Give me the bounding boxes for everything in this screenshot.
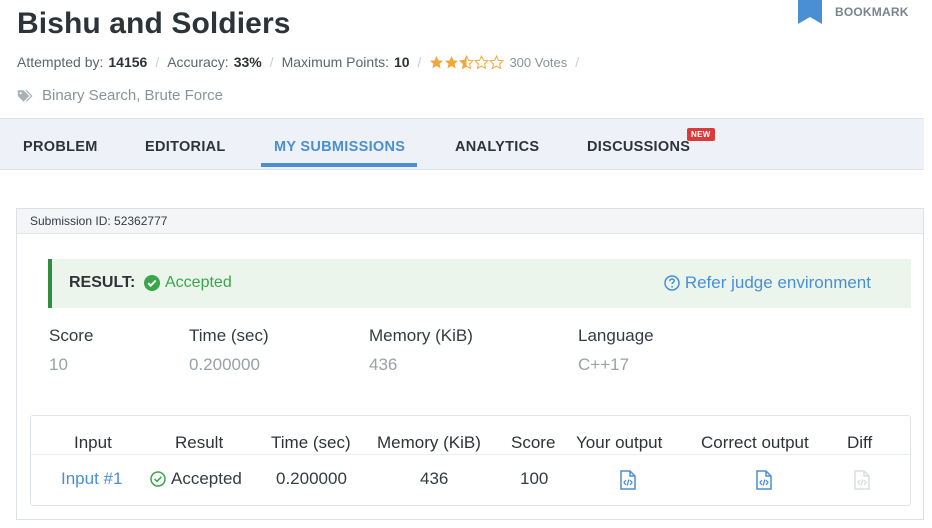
meta-separator: / [269, 54, 274, 70]
row-time: 0.200000 [276, 469, 347, 488]
col-header-input: Input [74, 433, 112, 452]
tab-my-submissions[interactable]: MY SUBMISSIONS [274, 139, 405, 155]
col-header-memory: Memory (KiB) [377, 433, 481, 452]
star-empty-icon[interactable] [489, 54, 505, 70]
problem-meta: Attempted by: 14156 / Accuracy: 33% / Ma… [17, 54, 587, 70]
max-points-label: Maximum Points: [281, 54, 389, 70]
result-status: Accepted [144, 274, 232, 292]
col-header-time: Time (sec) [271, 433, 351, 452]
rating-stars[interactable] [429, 54, 505, 70]
stat-value: 436 [369, 355, 398, 374]
bookmark-label: BOOKMARK [835, 5, 909, 19]
stat-value: 10 [49, 355, 68, 374]
question-circle-icon [664, 275, 680, 291]
stat-time: Time (sec) 0.200000 [189, 326, 269, 375]
new-badge: NEW [687, 128, 715, 141]
judge-environment-link[interactable]: Refer judge environment [664, 273, 871, 293]
stat-label: Language [578, 326, 654, 345]
input-link[interactable]: Input #1 [61, 469, 122, 489]
judge-environment-label: Refer judge environment [684, 273, 871, 292]
accuracy-label: Accuracy: [167, 54, 229, 70]
correct-output-file-icon[interactable] [755, 470, 773, 490]
col-header-diff: Diff [847, 433, 873, 452]
stat-language: Language C++17 [578, 326, 654, 375]
row-result-value: Accepted [171, 469, 242, 488]
stat-score: Score 10 [49, 326, 93, 375]
meta-separator: / [155, 54, 160, 70]
table-row: Input #1 Accepted 0.200000 436 100 [31, 454, 910, 506]
tab-discussions[interactable]: DISCUSSIONS [587, 139, 690, 155]
page-title: Bishu and Soldiers [17, 7, 291, 40]
problem-tags: Binary Search, Brute Force [17, 87, 223, 104]
diff-file-icon [854, 470, 870, 490]
stat-memory: Memory (KiB) 436 [369, 326, 473, 375]
tags-icon [17, 89, 33, 102]
star-full-icon[interactable] [444, 55, 459, 70]
star-empty-icon[interactable] [474, 54, 490, 70]
result-banner: RESULT: Accepted Refer judge environment [48, 259, 911, 308]
check-circle-outline-icon [150, 471, 166, 487]
star-half-icon[interactable] [459, 54, 475, 70]
col-header-your-output: Your output [576, 433, 663, 452]
votes-count: 300 Votes [509, 54, 568, 70]
col-header-result: Result [175, 433, 224, 452]
result-label: RESULT: [69, 274, 136, 291]
stat-label: Time (sec) [189, 326, 269, 345]
stat-label: Memory (KiB) [369, 326, 473, 345]
max-points-value: 10 [393, 54, 410, 70]
row-memory: 436 [420, 469, 449, 488]
results-table: Input Result Time (sec) Memory (KiB) Sco… [30, 415, 911, 506]
submission-id: Submission ID: 52362777 [17, 209, 923, 234]
bookmark-icon [798, 0, 822, 24]
accuracy-value: 33% [233, 54, 262, 70]
bookmark-button[interactable]: BOOKMARK [797, 0, 927, 26]
meta-separator: / [417, 54, 422, 70]
active-tab-indicator [261, 163, 417, 167]
meta-separator: / [575, 54, 580, 70]
row-score: 100 [520, 469, 549, 488]
row-result: Accepted [150, 469, 242, 489]
col-header-score: Score [511, 433, 556, 452]
stat-value: 0.200000 [189, 355, 260, 374]
problem-tabs: PROBLEM EDITORIAL MY SUBMISSIONS ANALYTI… [0, 118, 924, 170]
tab-analytics[interactable]: ANALYTICS [455, 139, 539, 155]
result-value: Accepted [165, 274, 232, 291]
tags-list[interactable]: Binary Search, Brute Force [42, 87, 223, 104]
your-output-file-icon[interactable] [619, 470, 637, 490]
col-header-correct-output: Correct output [701, 433, 809, 452]
star-full-icon[interactable] [429, 55, 444, 70]
attempted-value: 14156 [108, 54, 148, 70]
stat-label: Score [49, 326, 94, 345]
tab-editorial[interactable]: EDITORIAL [145, 139, 226, 155]
check-circle-icon [144, 275, 160, 291]
problem-header: Bishu and Soldiers Attempted by: 14156 /… [0, 0, 924, 118]
stat-value: C++17 [578, 355, 630, 374]
attempted-label: Attempted by: [17, 54, 104, 70]
tab-problem[interactable]: PROBLEM [23, 139, 98, 155]
